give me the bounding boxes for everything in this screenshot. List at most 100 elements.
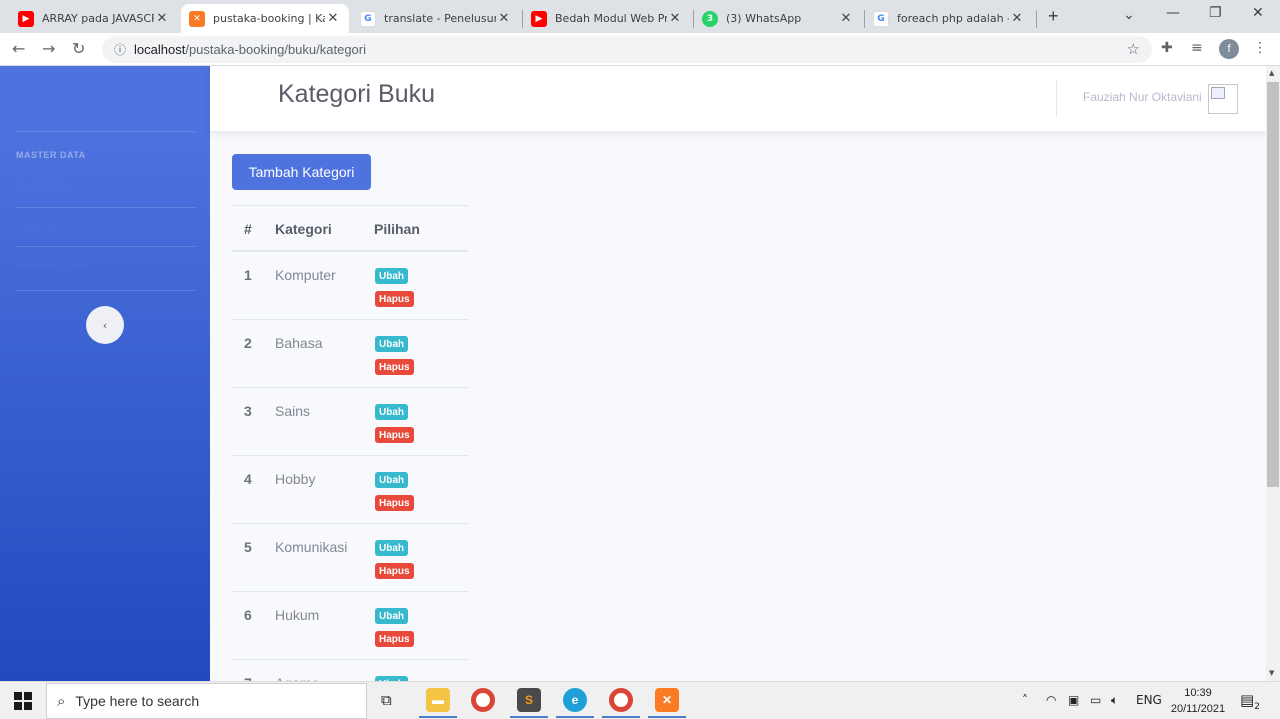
edit-badge-button[interactable]: Ubah <box>375 404 408 420</box>
google-icon: G <box>873 10 889 27</box>
url-path: /pustaka-booking/buku/kategori <box>185 42 367 57</box>
row-number: 2 <box>244 335 252 351</box>
close-tab-icon[interactable]: ✕ <box>325 11 341 26</box>
close-tab-icon[interactable]: ✕ <box>838 11 854 26</box>
scrollbar-thumb[interactable] <box>1267 82 1279 487</box>
close-tab-icon[interactable]: ✕ <box>154 11 170 26</box>
browser-tab-strip: ▶ ARRAY pada JAVASCRIPT ✕ ✕ pustaka-book… <box>0 0 1280 33</box>
volume-icon[interactable]: 🔈︎ <box>1111 693 1118 708</box>
google-icon: G <box>360 10 376 27</box>
add-category-button[interactable]: Tambah Kategori <box>232 154 371 190</box>
tab-title: (3) WhatsApp <box>726 12 802 25</box>
close-tab-icon[interactable]: ✕ <box>1009 11 1025 26</box>
close-tab-icon[interactable]: ✕ <box>496 11 512 26</box>
tab-bedah-modul[interactable]: ▶ Bedah Modul Web Programming ✕ <box>523 4 691 33</box>
table-row: 4 Hobby Ubah Hapus <box>232 456 468 524</box>
delete-badge-button[interactable]: Hapus <box>375 427 414 443</box>
table-row: 1 Komputer Ubah Hapus <box>232 252 468 320</box>
extensions-icon[interactable]: ✚ <box>1161 40 1173 56</box>
taskbar-clock[interactable]: 10:39 20/11/2021 <box>1166 685 1230 717</box>
tab-foreach-php[interactable]: G foreach php adalah - Penelusuran ✕ <box>865 4 1033 33</box>
table-row: 3 Sains Ubah Hapus <box>232 388 468 456</box>
sublime-text-icon[interactable]: S <box>517 688 541 712</box>
file-explorer-icon[interactable]: ▬ <box>426 688 450 712</box>
table-row: 2 Bahasa Ubah Hapus <box>232 320 468 388</box>
edit-badge-button[interactable]: Ubah <box>375 608 408 624</box>
user-avatar-broken-image[interactable] <box>1208 84 1238 114</box>
xampp-icon: ✕ <box>189 10 205 27</box>
edge-icon[interactable]: e <box>563 688 587 712</box>
sidebar-divider <box>16 131 196 132</box>
windows-start-icon[interactable] <box>14 692 32 710</box>
row-category: Sains <box>275 403 311 419</box>
display-icon[interactable]: ▣ <box>1068 693 1079 707</box>
input-language[interactable]: ENG <box>1136 693 1162 707</box>
page-title: Kategori Buku <box>278 80 436 108</box>
row-number: 3 <box>244 403 252 419</box>
sidebar-item-data-anggota[interactable]: Data Anggota <box>16 258 89 272</box>
menu-kebab-icon[interactable]: ⋮ <box>1253 40 1267 56</box>
restore-icon[interactable]: ❐ <box>1209 5 1222 21</box>
scroll-down-icon[interactable]: ▼ <box>1269 669 1274 677</box>
table-row: 7AgamaUbahHapus <box>232 660 468 681</box>
topbar: Kategori Buku Fauziah Nur Oktaviani <box>210 66 1266 131</box>
sidebar-divider <box>16 207 196 208</box>
chrome-profile-icon[interactable] <box>609 688 633 712</box>
edit-badge-button[interactable]: Ubah <box>375 336 408 352</box>
tab-array-javascript[interactable]: ▶ ARRAY pada JAVASCRIPT ✕ <box>10 4 178 33</box>
app-running-indicator <box>648 716 686 718</box>
sidebar-item-kategori[interactable]: Kategori <box>16 220 61 234</box>
row-number: 4 <box>244 471 252 487</box>
close-window-icon[interactable]: ✕ <box>1252 5 1264 21</box>
chrome-icon[interactable] <box>471 688 495 712</box>
bookmark-star-icon[interactable]: ☆ <box>1127 40 1140 58</box>
tab-title: translate - Penelusuran Google <box>384 12 496 25</box>
reading-list-icon[interactable]: ≡ <box>1191 40 1203 56</box>
tab-pustaka-booking[interactable]: ✕ pustaka-booking | Kategori ✕ <box>181 4 349 33</box>
row-number: 5 <box>244 539 252 555</box>
new-tab-icon[interactable]: + <box>1048 6 1059 27</box>
scroll-up-icon[interactable]: ▲ <box>1269 69 1274 77</box>
tab-translate[interactable]: G translate - Penelusuran Google ✕ <box>352 4 520 33</box>
delete-badge-button[interactable]: Hapus <box>375 495 414 511</box>
tab-search-icon[interactable]: ⌄ <box>1123 7 1135 23</box>
edit-badge-button[interactable]: Ubah <box>375 472 408 488</box>
close-tab-icon[interactable]: ✕ <box>667 11 683 26</box>
xampp-icon[interactable]: ✕ <box>655 688 679 712</box>
delete-badge-button[interactable]: Hapus <box>375 563 414 579</box>
user-name[interactable]: Fauziah Nur Oktaviani <box>1083 90 1202 104</box>
page-scrollbar[interactable]: ▲ ▼ <box>1266 66 1280 681</box>
tab-title: foreach php adalah - Penelusuran <box>897 12 1009 25</box>
table-row: 6 Hukum Ubah Hapus <box>232 592 468 660</box>
sidebar-item-data-buku[interactable]: Data Buku <box>16 180 72 194</box>
taskbar-search-box[interactable]: ⌕ Type here to search <box>46 683 367 719</box>
minimize-icon[interactable]: — <box>1166 5 1180 21</box>
show-hidden-icons-icon[interactable]: ˄ <box>1022 693 1028 707</box>
app-running-indicator <box>419 716 457 718</box>
wifi-icon[interactable]: ◠ <box>1046 693 1056 707</box>
notification-center-icon[interactable]: ▤2 <box>1240 691 1260 712</box>
header-options: Pilihan <box>374 221 420 237</box>
delete-badge-button[interactable]: Hapus <box>375 291 414 307</box>
tab-whatsapp[interactable]: 3 (3) WhatsApp ✕ <box>694 4 862 33</box>
back-icon[interactable]: ← <box>12 39 25 58</box>
edit-badge-button[interactable]: Ubah <box>375 268 408 284</box>
app-running-indicator <box>556 716 594 718</box>
edit-badge-button[interactable]: Ubah <box>375 540 408 556</box>
row-category: Komunikasi <box>275 539 348 555</box>
tab-separator <box>1036 10 1037 28</box>
site-info-icon[interactable]: ⓘ <box>114 41 126 58</box>
battery-icon[interactable]: ▭ <box>1090 693 1101 707</box>
delete-badge-button[interactable]: Hapus <box>375 359 414 375</box>
sidebar-toggle-button[interactable]: ‹ <box>86 306 124 344</box>
task-view-icon[interactable]: ⧉ <box>381 691 392 709</box>
windows-taskbar: ⌕ Type here to search ⧉ ▬ S e ✕ ˄ ◠ ▣ ▭ … <box>0 681 1280 719</box>
address-bar[interactable]: ⓘ localhost/pustaka-booking/buku/kategor… <box>102 36 1152 63</box>
reload-icon[interactable]: ↻ <box>72 39 85 58</box>
tab-title: Bedah Modul Web Programming <box>555 12 667 25</box>
row-number: 1 <box>244 267 252 283</box>
profile-avatar[interactable]: f <box>1219 39 1239 59</box>
delete-badge-button[interactable]: Hapus <box>375 631 414 647</box>
forward-icon[interactable]: → <box>42 39 55 58</box>
table-row: 5 Komunikasi Ubah Hapus <box>232 524 468 592</box>
